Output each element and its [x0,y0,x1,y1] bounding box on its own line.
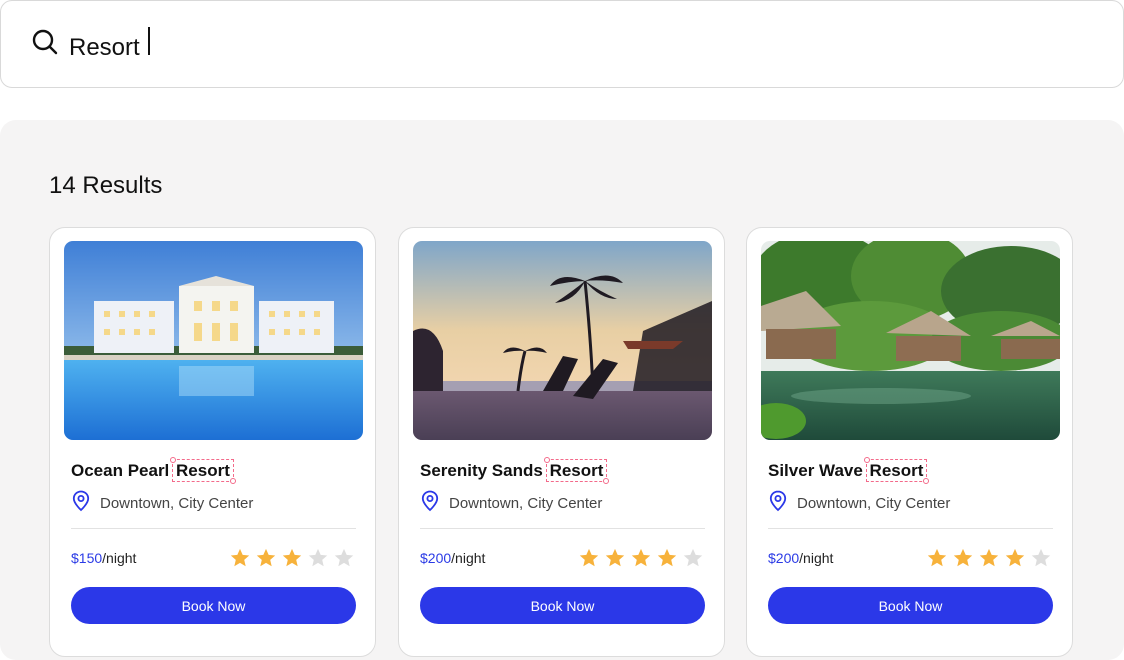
hotel-name-prefix: Silver Wave [768,461,863,480]
hotel-name[interactable]: Silver Wave Resort [768,459,928,482]
price-amount: $200 [768,550,800,566]
location-text: Downtown, City Center [797,495,951,512]
star-filled-icon [230,548,250,567]
price: $200/night [420,550,485,566]
price-unit: /night [102,550,137,566]
location-pin-icon [71,490,91,517]
beach-sunset-image [413,241,712,440]
book-now-button[interactable]: Book Now [71,587,356,624]
star-filled-icon [657,548,677,567]
star-rating [578,547,704,569]
star-filled-icon [605,548,625,567]
search-match-highlight: Resort [545,459,608,482]
price-unit: /night [451,550,486,566]
search-icon [31,28,59,61]
star-filled-icon [256,548,276,567]
card-divider [420,528,705,529]
hotel-name[interactable]: Serenity Sands Resort [420,459,608,482]
star-empty-icon [308,548,328,567]
hotel-name-prefix: Serenity Sands [420,461,543,480]
search-match-highlight: Resort [865,459,928,482]
price: $150/night [71,550,136,566]
price-amount: $150 [71,550,103,566]
star-filled-icon [979,548,999,567]
book-now-button[interactable]: Book Now [768,587,1053,624]
card-divider [71,528,356,529]
hotel-location: Downtown, City Center [71,490,253,517]
star-rating [229,547,355,569]
search-input[interactable]: Resort [69,26,469,62]
search-input-value: Resort [69,33,140,61]
hotel-name-prefix: Ocean Pearl [71,461,170,480]
hotel-location: Downtown, City Center [420,490,602,517]
location-pin-icon [768,490,788,517]
resort-pool-image [64,241,363,440]
location-pin-icon [420,490,440,517]
book-now-button[interactable]: Book Now [420,587,705,624]
search-match-highlight: Resort [172,459,234,482]
price-unit: /night [799,550,834,566]
location-text: Downtown, City Center [100,495,254,512]
hotel-location: Downtown, City Center [768,490,950,517]
results-panel: 14 Results Ocean Pearl Resort Downtown, … [0,120,1124,660]
text-caret [148,26,151,55]
hotel-card[interactable]: Silver Wave Resort Downtown, City Center… [746,227,1073,657]
results-count: 14 Results [49,172,163,199]
star-rating [926,547,1052,569]
star-filled-icon [1005,548,1025,567]
star-empty-icon [1031,548,1051,567]
star-filled-icon [282,548,302,567]
hotel-card[interactable]: Ocean Pearl Resort Downtown, City Center… [49,227,376,657]
star-empty-icon [334,548,354,567]
star-filled-icon [927,548,947,567]
hotel-card[interactable]: Serenity Sands Resort Downtown, City Cen… [398,227,725,657]
hotel-name[interactable]: Ocean Pearl Resort [71,459,234,482]
card-divider [768,528,1053,529]
location-text: Downtown, City Center [449,495,603,512]
star-filled-icon [579,548,599,567]
star-filled-icon [631,548,651,567]
price-amount: $200 [420,550,452,566]
star-filled-icon [953,548,973,567]
price: $200/night [768,550,833,566]
jungle-villa-image [761,241,1060,440]
search-bar[interactable]: Resort [0,0,1124,88]
star-empty-icon [683,548,703,567]
